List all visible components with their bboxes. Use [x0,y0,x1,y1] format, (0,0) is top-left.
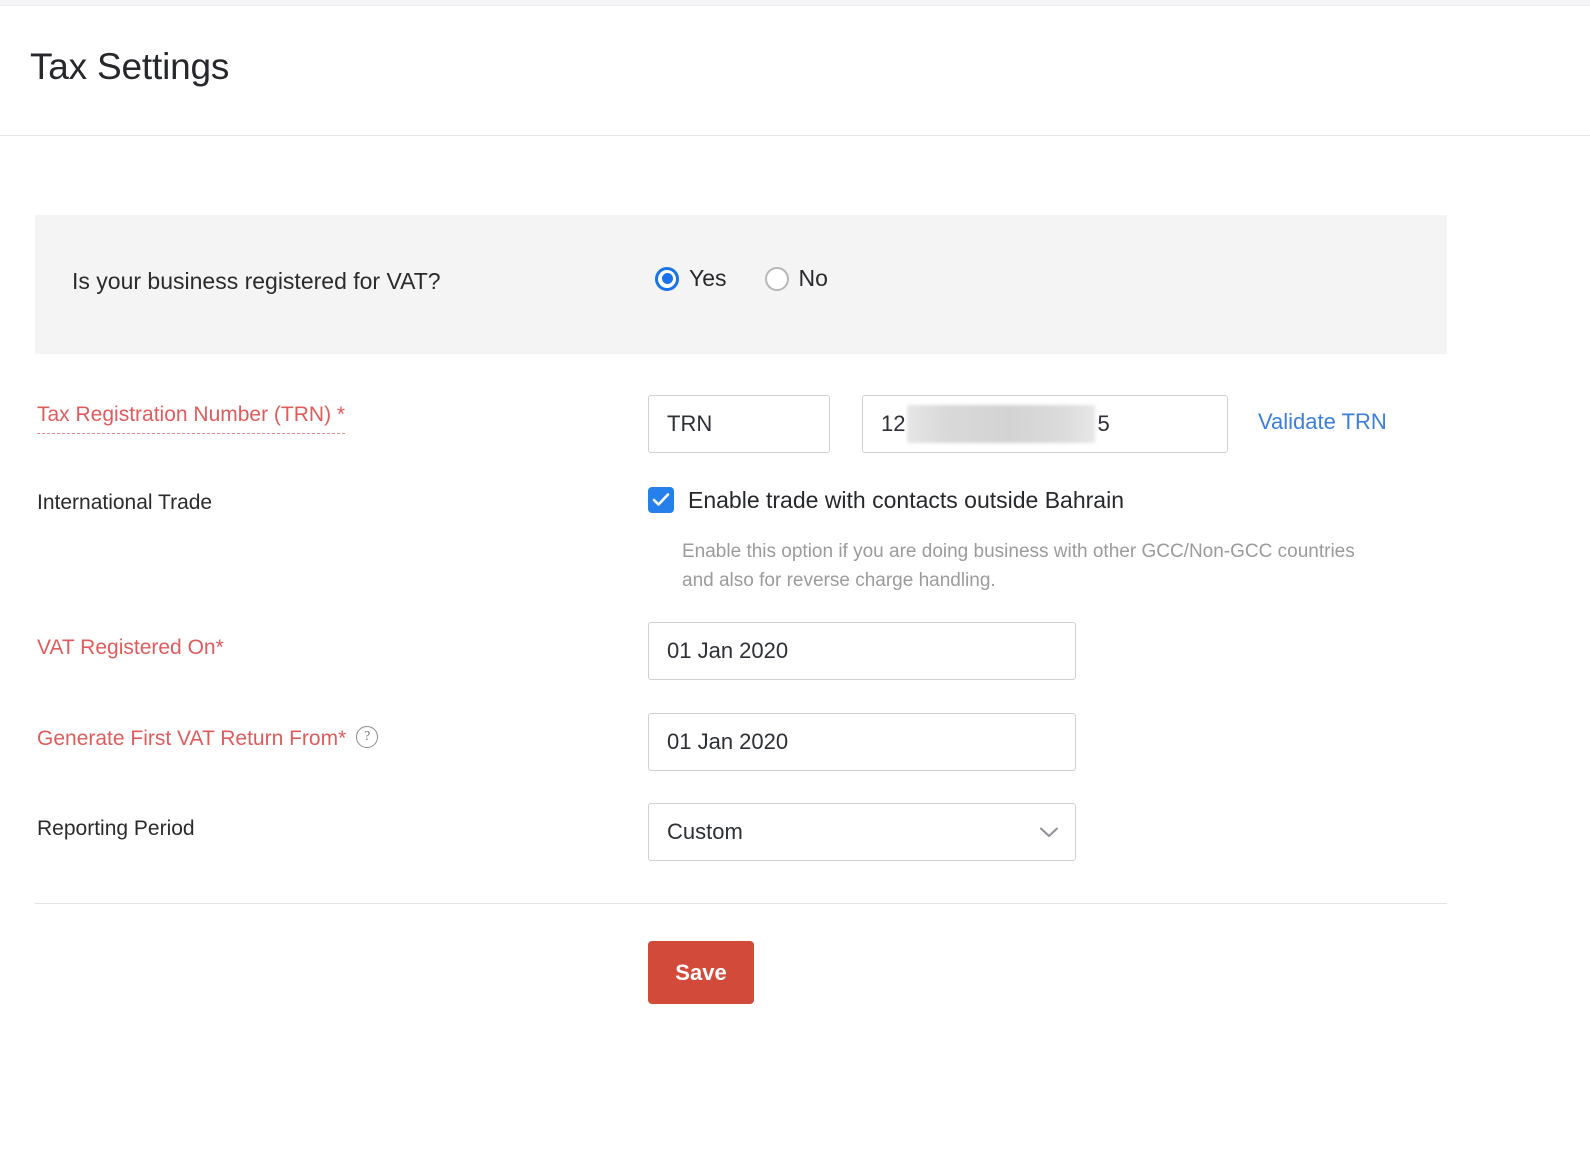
enable-trade-label: Enable trade with contacts outside Bahra… [688,485,1124,515]
trn-number-suffix: 5 [1097,411,1109,437]
trn-number-redaction [907,405,1095,443]
trn-prefix-value: TRN [667,411,712,437]
radio-no-label: No [799,265,828,292]
save-button[interactable]: Save [648,941,754,1004]
radio-yes-icon[interactable] [655,267,679,291]
chevron-down-icon[interactable] [1039,826,1059,839]
trn-label: Tax Registration Number (TRN) * [37,403,345,434]
first-vat-return-label-text: Generate First VAT Return From* [37,727,346,750]
international-trade-label: International Trade [37,491,212,515]
radio-no-icon[interactable] [765,267,789,291]
form-divider [35,903,1447,904]
international-trade-checkbox-row[interactable]: Enable trade with contacts outside Bahra… [648,485,1124,515]
trn-required-star: * [337,403,345,426]
page-title: Tax Settings [30,46,229,88]
international-trade-helper-text: Enable this option if you are doing busi… [682,537,1382,595]
reporting-period-select[interactable]: Custom [648,803,1076,861]
vat-question-label: Is your business registered for VAT? [72,268,441,295]
check-icon [652,492,670,508]
radio-option-no[interactable]: No [765,265,828,292]
enable-trade-checkbox[interactable] [648,487,674,513]
radio-option-yes[interactable]: Yes [655,265,727,292]
validate-trn-link[interactable]: Validate TRN [1258,409,1387,435]
vat-registered-on-value: 01 Jan 2020 [667,638,788,664]
first-vat-return-input[interactable]: 01 Jan 2020 [648,713,1076,771]
trn-prefix-input[interactable]: TRN [648,395,830,453]
vat-registration-panel: Is your business registered for VAT? Yes… [35,215,1447,354]
trn-number-prefix: 12 [881,411,905,437]
radio-yes-label: Yes [689,265,727,292]
vat-registered-radio-group: Yes No [655,265,828,292]
reporting-period-value: Custom [667,819,743,845]
trn-label-text: Tax Registration Number (TRN) [37,403,331,426]
first-vat-return-label: Generate First VAT Return From*? [37,727,378,751]
trn-number-input[interactable]: 12 5 [862,395,1228,453]
vat-registered-on-label: VAT Registered On* [37,636,224,660]
page-header: Tax Settings [0,6,1590,136]
help-icon[interactable]: ? [356,726,378,748]
first-vat-return-value: 01 Jan 2020 [667,729,788,755]
reporting-period-label: Reporting Period [37,817,195,841]
vat-registered-on-input[interactable]: 01 Jan 2020 [648,622,1076,680]
